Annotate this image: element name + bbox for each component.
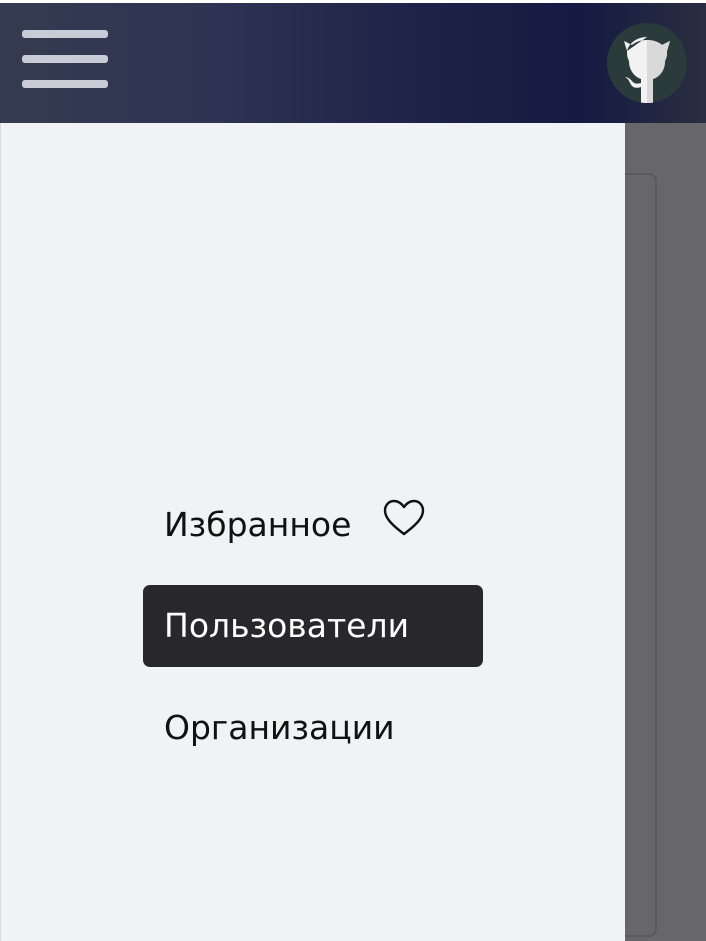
github-octocat-icon[interactable] [607,23,687,103]
nav-item-organizations[interactable]: Организации [143,687,423,769]
top-header [0,3,706,123]
background-card [625,173,657,937]
nav-item-favorites[interactable]: Избранное [143,484,383,566]
menu-bar-middle [22,55,108,63]
octocat-svg [607,23,687,103]
menu-bar-bottom [22,80,108,88]
nav-item-organizations-label: Организации [164,708,395,747]
nav-item-users[interactable]: Пользователи [143,585,483,667]
nav-item-users-label: Пользователи [164,606,410,645]
app-frame: Избранное Пользователи Организации [0,0,706,941]
hamburger-menu-icon[interactable] [20,26,110,92]
nav-item-favorites-label: Избранное [164,505,352,544]
heart-outline-icon[interactable] [382,498,426,538]
menu-bar-top [22,30,108,38]
